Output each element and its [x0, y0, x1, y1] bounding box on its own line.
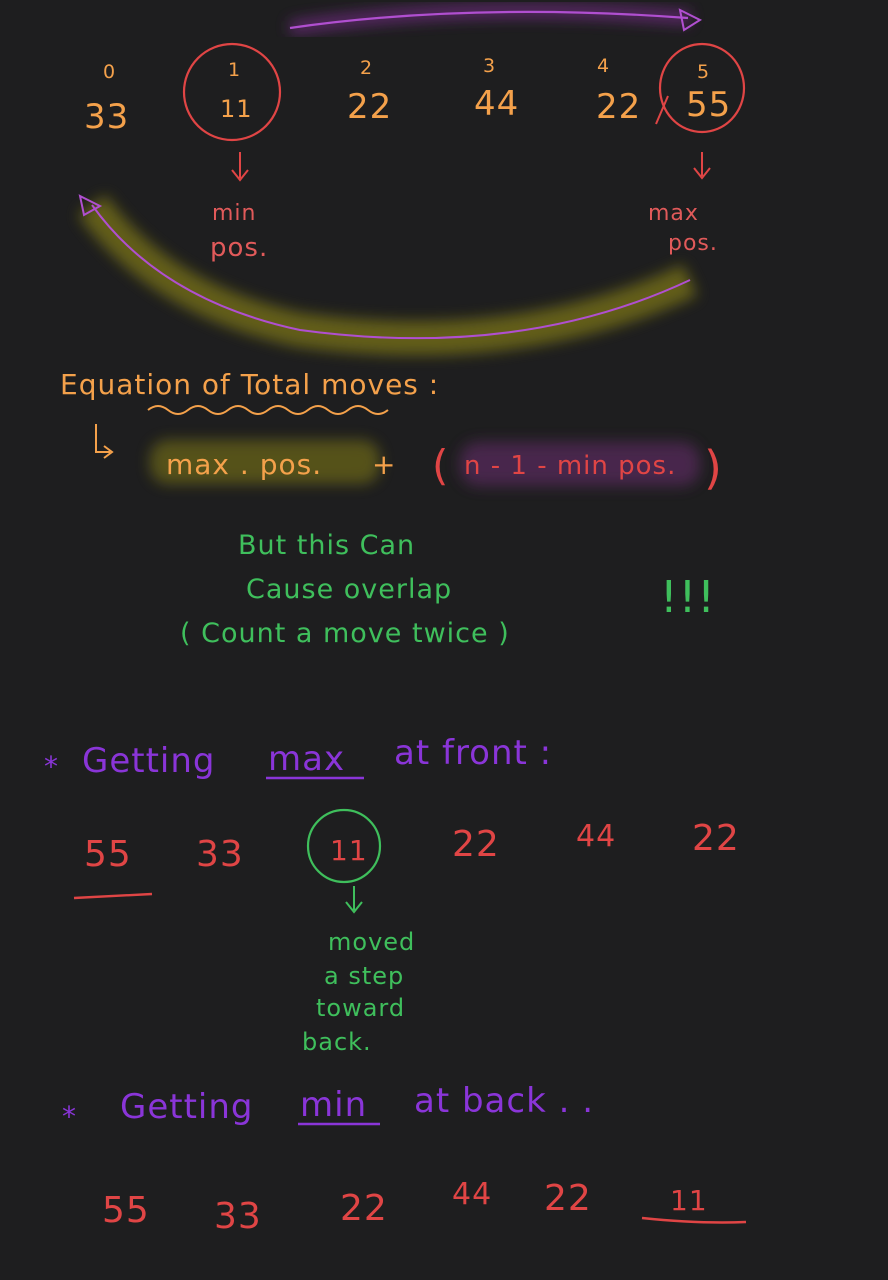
equation-max-pos: max . pos.	[166, 448, 322, 481]
back-title-getting: Getting	[120, 1087, 254, 1127]
top-value-0: 33	[84, 97, 129, 137]
equation-open-paren: (	[432, 441, 449, 490]
min-label: min	[212, 201, 257, 226]
back-value-2: 22	[340, 1188, 388, 1229]
equation-heading: Equation of Total moves :	[60, 368, 439, 401]
front-title-rest: at front :	[394, 733, 552, 773]
back-value-0: 55	[102, 1190, 150, 1231]
top-value-3: 44	[474, 84, 519, 124]
equation-close-paren: )	[704, 441, 723, 495]
max-label: max	[648, 201, 699, 226]
front-value-0: 55	[84, 834, 132, 875]
front-value-2: 11	[330, 834, 368, 867]
max-pos-label: pos.	[668, 231, 718, 256]
warning-line-3: ( Count a move twice )	[180, 618, 510, 649]
front-value-0-underline	[73, 892, 153, 900]
front-value-3: 22	[452, 824, 500, 865]
bottom-highlight-stroke	[78, 194, 698, 356]
back-title-min: min	[300, 1085, 367, 1125]
index-3: 3	[483, 55, 496, 77]
back-value-3: 44	[452, 1177, 492, 1212]
top-value-2: 22	[347, 87, 392, 127]
min-down-arrow-icon	[231, 152, 249, 182]
back-star-icon: *	[62, 1100, 77, 1133]
whiteboard-canvas: 0 1 2 3 4 5 33 11 22 44 22 55 min pos. m…	[44, 3, 747, 1237]
top-value-4: 22	[596, 87, 641, 127]
front-title-max: max	[268, 739, 345, 779]
bent-arrow-icon	[95, 424, 114, 459]
equation-min-part: n - 1 - min pos.	[464, 451, 676, 481]
warning-line-2: Cause overlap	[246, 574, 452, 605]
front-value-4: 44	[576, 819, 616, 854]
moved-note-line-4: back.	[302, 1028, 372, 1056]
equation-underline	[147, 405, 389, 415]
moved-down-arrow-icon	[345, 886, 363, 914]
max-down-arrow-icon	[693, 152, 711, 180]
front-star-icon: *	[44, 750, 59, 783]
moved-note-line-1: moved	[328, 928, 415, 956]
back-title-rest: at back . .	[414, 1081, 594, 1121]
min-pos-label: pos.	[210, 233, 268, 263]
front-value-1: 33	[196, 834, 244, 875]
warning-exclaim: !!!	[660, 572, 716, 623]
index-2: 2	[360, 57, 373, 79]
moved-note-line-2: a step	[324, 962, 404, 990]
top-value-5: 55	[686, 85, 731, 125]
front-title-getting: Getting	[82, 741, 216, 781]
back-value-4: 22	[544, 1178, 592, 1219]
back-value-5-underline	[641, 1216, 747, 1224]
index-5: 5	[697, 61, 710, 83]
warning-line-1: But this Can	[238, 530, 415, 561]
moved-note-line-3: toward	[316, 994, 405, 1022]
index-0: 0	[103, 61, 116, 83]
top-value-1: 11	[220, 95, 253, 123]
equation-plus: +	[372, 448, 396, 481]
index-4: 4	[597, 55, 610, 77]
front-value-5: 22	[692, 818, 740, 859]
index-1: 1	[228, 59, 241, 81]
back-value-5: 11	[670, 1184, 708, 1217]
back-value-1: 33	[214, 1196, 262, 1237]
